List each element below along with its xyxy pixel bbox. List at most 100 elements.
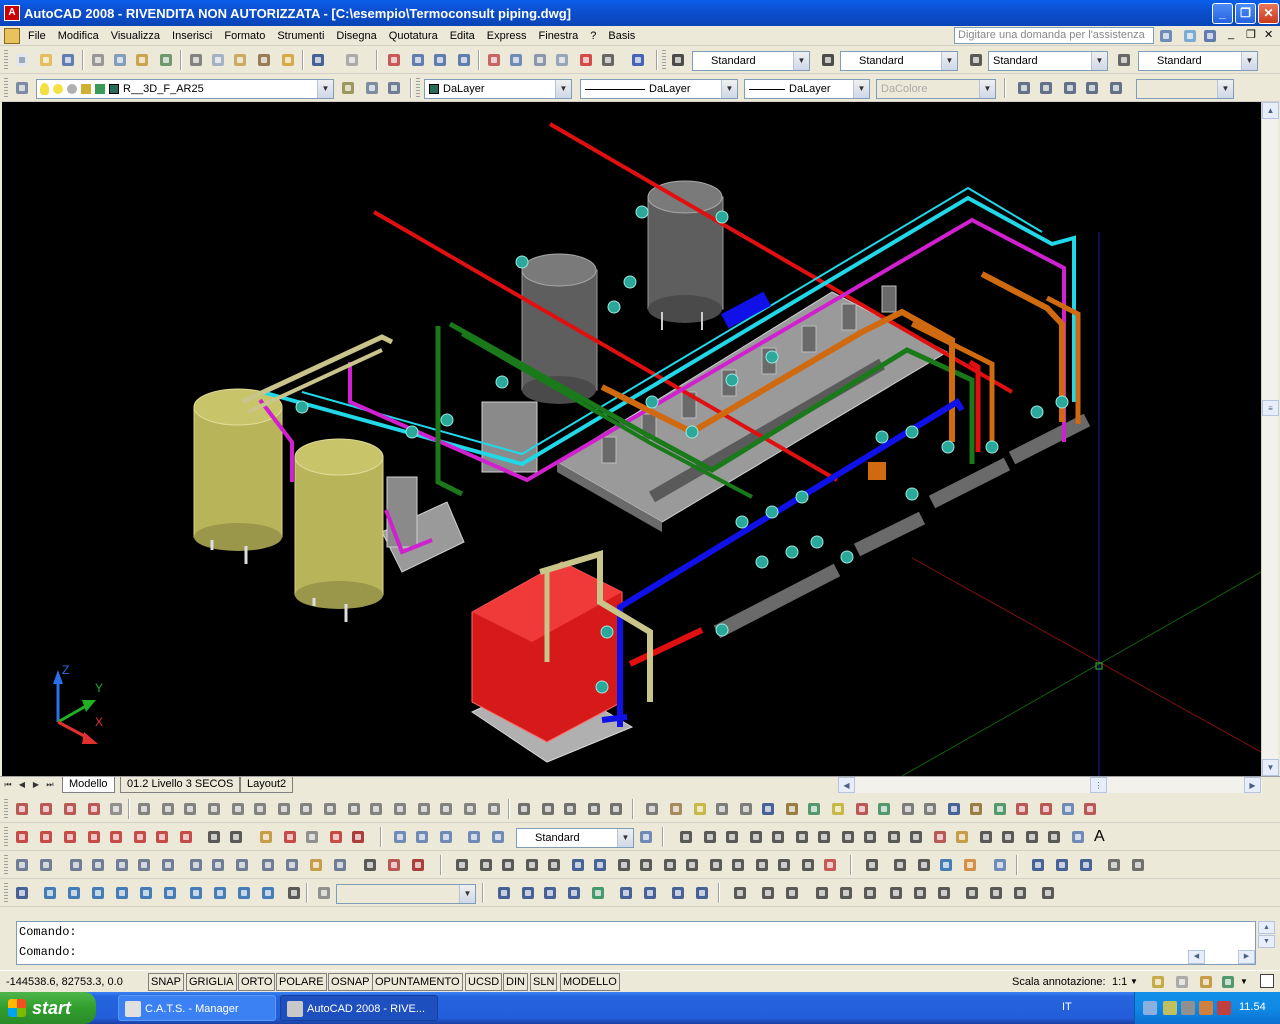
render-tool-1-icon[interactable] [862,855,882,875]
ellipse-arc-icon[interactable] [906,827,926,847]
scroll-up-arrow-icon[interactable]: ▲ [1262,102,1279,119]
piping-3d-model[interactable]: Z Y X [2,102,1261,776]
paste-icon[interactable] [230,50,250,70]
network-icon[interactable] [1143,1001,1157,1015]
break-at-point-icon[interactable] [706,855,726,875]
ellipse-icon[interactable] [884,827,904,847]
inquiry-list-icon[interactable] [436,827,456,847]
layer-states-icon[interactable] [384,78,404,98]
point-icon[interactable] [976,827,996,847]
modify-tool-17-icon[interactable] [408,855,428,875]
snap-nearest-icon[interactable] [302,827,322,847]
taskbar-autocad[interactable]: AutoCAD 2008 - RIVE... [280,995,438,1021]
properties-icon[interactable] [484,50,504,70]
tab-livello-3-secos[interactable]: 01.2 Livello 3 SECOS [120,777,241,793]
layer-lock-tool-icon[interactable] [758,799,778,819]
zoom-all-icon[interactable] [668,883,688,903]
modify-tool-12-icon[interactable] [282,855,302,875]
command-scroll-down-icon[interactable]: ▼ [1258,935,1275,948]
menu-basis[interactable]: Basis [602,27,641,45]
modify-tool-9-icon[interactable] [208,855,228,875]
dim-ordinate-icon[interactable] [84,799,104,819]
center-mark-icon[interactable] [344,799,364,819]
modify-tool-15-icon[interactable] [360,855,380,875]
view-top-icon[interactable] [40,883,60,903]
toolbar-grip[interactable] [4,50,8,70]
close-button[interactable]: ✕ [1258,3,1279,24]
menu-visualizza[interactable]: Visualizza [105,27,166,45]
color-combo[interactable]: DaLayer ▼ [424,79,572,99]
erase-icon[interactable] [452,855,472,875]
dyn-toggle[interactable]: DIN [503,973,528,991]
model-toggle[interactable]: MODELLO [560,973,620,991]
snap-toggle[interactable]: SNAP [148,973,184,991]
layer-tool-2-icon[interactable] [666,799,686,819]
lineweight-combo[interactable]: DaLayer ▼ [744,79,870,99]
view-tool-1-icon[interactable] [12,883,32,903]
ducs-toggle[interactable]: UCSD [465,973,503,991]
command-hscroll-right-icon[interactable]: ▶ [1238,950,1255,964]
make-block-icon[interactable] [952,827,972,847]
menu-help[interactable]: ? [584,27,602,45]
zoom-in-icon[interactable] [616,883,636,903]
open-icon[interactable] [36,50,56,70]
region-icon[interactable] [1044,827,1064,847]
dim-diameter-icon[interactable] [158,799,178,819]
undo-icon[interactable] [308,50,328,70]
hatch-icon[interactable] [998,827,1018,847]
view-right-icon[interactable] [112,883,132,903]
dim-text-edit-icon[interactable] [436,799,456,819]
help-icon[interactable] [628,50,648,70]
snap-settings-icon[interactable] [348,827,368,847]
zoom-dynamic-icon[interactable] [518,883,538,903]
modify-tool-14-icon[interactable] [330,855,350,875]
layer-delete-icon[interactable] [1036,799,1056,819]
doc-close-button[interactable]: ✕ [1264,28,1273,41]
menu-disegna[interactable]: Disegna [330,27,382,45]
rotate-icon[interactable] [590,855,610,875]
move-icon[interactable] [568,855,588,875]
menu-express[interactable]: Express [481,27,533,45]
zoom-previous-icon[interactable] [454,50,474,70]
polygonal-viewport-icon[interactable] [1060,78,1080,98]
ucs-apply-icon[interactable] [1038,883,1058,903]
inspection-icon[interactable] [366,799,386,819]
layer-tool-3-icon[interactable] [690,799,710,819]
dim-baseline-icon[interactable] [228,799,248,819]
snap-quadrant-icon[interactable] [204,827,224,847]
zoom-realtime-icon[interactable] [408,50,428,70]
otrack-toggle[interactable]: OPUNTAMENTO [372,973,463,991]
cut-icon[interactable] [186,50,206,70]
multiline-text-icon[interactable]: A [1094,828,1105,846]
modify-tool-3-icon[interactable] [66,855,86,875]
render-tool-7-icon[interactable] [1052,855,1072,875]
dim-update-icon[interactable] [460,799,480,819]
zoom-out-icon[interactable] [640,883,660,903]
polar-toggle[interactable]: POLARE [276,973,327,991]
ucs-y-rotate-icon[interactable] [986,883,1006,903]
save-icon[interactable] [58,50,78,70]
quickcalc-icon[interactable] [598,50,618,70]
tray-app-icon-4[interactable] [1217,1001,1231,1015]
layer-tool-4-icon[interactable] [712,799,732,819]
ortho-toggle[interactable]: ORTO [238,973,276,991]
explode-icon[interactable] [820,855,840,875]
layer-manager-icon[interactable] [12,78,32,98]
tool-palettes-icon[interactable] [530,50,550,70]
3d-box-icon[interactable] [514,799,534,819]
snap-insert-icon[interactable] [256,827,276,847]
search-icon[interactable] [1156,26,1176,46]
command-scroll-up-icon[interactable]: ▲ [1258,921,1275,934]
copy-icon[interactable] [208,50,228,70]
layer-merge-icon[interactable] [874,799,894,819]
modify-tool-10-icon[interactable] [232,855,252,875]
snap-endpoint-icon[interactable] [12,827,32,847]
match-properties-icon[interactable] [254,50,274,70]
dim-style-combo[interactable]: Standard ▼ [840,51,958,71]
insert-block-icon[interactable] [930,827,950,847]
multileader-style-combo[interactable]: Standard ▼ [1138,51,1258,71]
material-sphere-icon[interactable] [960,855,980,875]
minimize-button[interactable]: _ [1212,3,1233,24]
render-tool-9-icon[interactable] [1104,855,1124,875]
layer-tool-7-icon[interactable] [1012,799,1032,819]
